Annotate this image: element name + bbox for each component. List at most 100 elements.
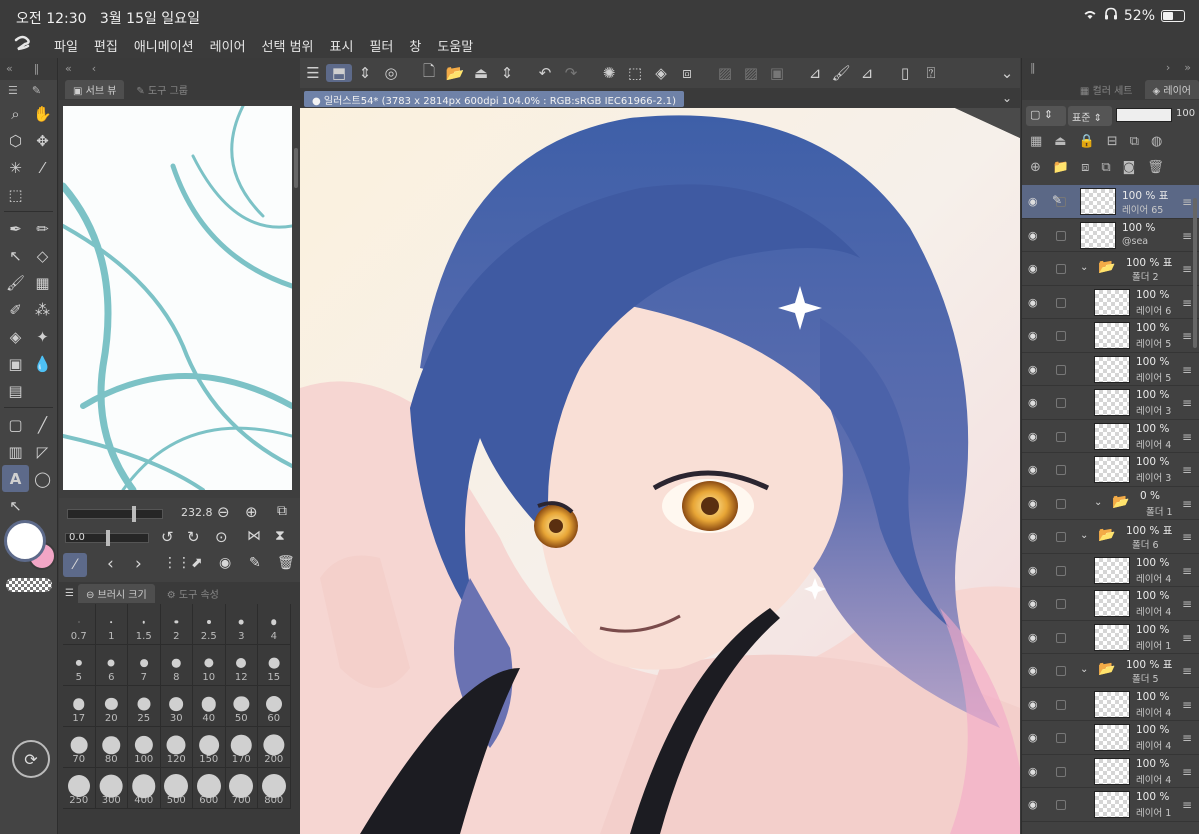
visibility-eye-icon[interactable]: ◉ xyxy=(1028,463,1038,476)
visibility-eye-icon[interactable]: ◉ xyxy=(1028,798,1038,811)
help-icon[interactable]: ⍰ xyxy=(918,64,944,82)
layer-menu-icon[interactable]: ≡ xyxy=(1182,664,1192,678)
chevron-down-icon[interactable]: ⌄ xyxy=(994,64,1020,82)
rotate-reset-icon[interactable]: ⊙ xyxy=(215,528,228,546)
menu-icon[interactable]: ☰ xyxy=(300,64,326,82)
document-tab[interactable]: ● 일러스트54* (3783 x 2814px 600dpi 104.0% :… xyxy=(304,91,685,107)
brush-size-preset[interactable]: 600 xyxy=(193,768,226,809)
layer-row[interactable]: ◉ 100 % 레이어 4 ≡ xyxy=(1022,721,1199,755)
mask-icon[interactable]: ⧉ xyxy=(1130,134,1139,149)
layer-folder-row[interactable]: ◉ ⌄ 📂 100 % 표 폴더 6 ≡ xyxy=(1022,520,1199,554)
loading-icon[interactable]: ✺ xyxy=(596,64,622,82)
flip-horizontal-icon[interactable]: ⋈ xyxy=(247,528,261,544)
layer-menu-icon[interactable]: ≡ xyxy=(1182,530,1192,544)
visibility-eye-icon[interactable]: ◉ xyxy=(1028,296,1038,309)
layer-row[interactable]: ◉ 100 % 레이어 1 ≡ xyxy=(1022,621,1199,654)
object-select-icon[interactable]: ⬡ xyxy=(2,127,29,154)
ruler-cmd-icon[interactable]: ⊿ xyxy=(802,64,828,82)
pen-tab-icon[interactable]: ✎ xyxy=(32,84,41,97)
line-cmd-icon[interactable]: ⊿ xyxy=(854,64,880,82)
brush-size-preset[interactable]: 800 xyxy=(258,768,291,809)
reference-icon[interactable]: ⊟ xyxy=(1107,134,1118,149)
layer-menu-icon[interactable]: ≡ xyxy=(1182,363,1192,377)
layer-scrollbar[interactable] xyxy=(1193,198,1197,348)
redo-icon[interactable]: ↻ xyxy=(187,528,200,546)
main-color-swatch[interactable] xyxy=(4,520,46,562)
brush-size-preset[interactable]: 300 xyxy=(95,768,128,809)
layer-checkbox[interactable] xyxy=(1056,532,1066,542)
new-folder-icon[interactable]: 📁 xyxy=(1053,160,1069,175)
app-logo-icon[interactable] xyxy=(0,35,46,56)
visibility-eye-icon[interactable]: ◉ xyxy=(1028,664,1038,677)
menu-file[interactable]: 파일 xyxy=(46,36,86,55)
visibility-eye-icon[interactable]: ◉ xyxy=(1028,698,1038,711)
marquee-icon[interactable]: ⬚ xyxy=(2,181,29,208)
layer-row[interactable]: ◉ 100 % 레이어 4 ≡ xyxy=(1022,554,1199,587)
transform-icon[interactable]: ⬒ xyxy=(326,64,352,82)
layer-row[interactable]: ◉ 100 % 레이어 4 ≡ xyxy=(1022,587,1199,621)
visibility-eye-icon[interactable]: ◉ xyxy=(1028,262,1038,275)
ruler-icon[interactable]: ▤ xyxy=(2,377,29,404)
layer-menu-icon[interactable]: ≡ xyxy=(1182,296,1192,310)
layer-checkbox[interactable] xyxy=(1056,398,1066,408)
panel-frame-icon[interactable]: ▥ xyxy=(2,438,29,465)
layer-opacity-slider[interactable] xyxy=(1116,108,1172,122)
brush-size-preset[interactable]: 40 xyxy=(193,686,226,727)
brush-size-preset[interactable]: 3 xyxy=(225,604,258,645)
brush-size-preset[interactable]: 4 xyxy=(258,604,291,645)
brush-shape-icon[interactable]: ⧉ xyxy=(277,503,287,519)
folder-chevron-icon[interactable]: ⌄ xyxy=(1080,262,1088,273)
brush-size-preset[interactable]: 17 xyxy=(63,686,96,727)
decoration-icon[interactable]: ✦ xyxy=(29,323,56,350)
airbrush-icon[interactable]: ✐ xyxy=(2,296,29,323)
brush-size-preset[interactable]: 8 xyxy=(160,645,193,686)
deselect-icon[interactable]: ▨ xyxy=(712,64,738,82)
move-icon[interactable]: ✥ xyxy=(29,127,56,154)
brush-size-preset[interactable]: 1.5 xyxy=(128,604,161,645)
visibility-eye-icon[interactable]: ◉ xyxy=(1028,229,1038,242)
edit-icon[interactable]: ✎ xyxy=(249,555,261,571)
brush-size-preset[interactable]: 25 xyxy=(128,686,161,727)
undo-cmd-icon[interactable]: ↶ xyxy=(532,64,558,82)
layer-color-dropdown[interactable]: ▢ ⇕ xyxy=(1026,106,1066,126)
menu-selection[interactable]: 선택 범위 xyxy=(254,36,322,55)
zoom-icon[interactable]: ⌕ xyxy=(2,100,29,127)
camera-icon[interactable]: ◉ xyxy=(219,555,231,571)
visibility-eye-icon[interactable]: ◉ xyxy=(1028,731,1038,744)
layer-checkbox[interactable] xyxy=(1056,666,1066,676)
brush-size-preset[interactable]: 200 xyxy=(258,727,291,768)
brush-size-preset[interactable]: 120 xyxy=(160,727,193,768)
lock-transparent-icon[interactable]: ▦ xyxy=(1030,134,1042,149)
menu-filter[interactable]: 필터 xyxy=(361,36,401,55)
trash-icon[interactable]: 🗑 xyxy=(277,555,295,571)
size-increase-icon[interactable]: ⊕ xyxy=(245,503,258,521)
balloon-icon[interactable]: ◯ xyxy=(29,465,56,492)
collapse-icon[interactable]: « xyxy=(65,62,72,75)
flip-vertical-icon[interactable]: ⧗ xyxy=(275,528,285,544)
layer-checkbox[interactable] xyxy=(1056,364,1066,375)
layer-menu-icon[interactable]: ≡ xyxy=(1182,195,1192,209)
quick-access-icon[interactable]: ⟳ xyxy=(12,740,50,778)
layer-row[interactable]: ◉ 100 % 레이어 4 ≡ xyxy=(1022,755,1199,788)
brush-size-preset[interactable]: 70 xyxy=(63,727,96,768)
grid-icon[interactable]: ⋮⋮ xyxy=(163,555,191,571)
layer-menu-icon[interactable]: ≡ xyxy=(1182,262,1192,276)
layer-row[interactable]: ◉ 100 % 레이어 5 ≡ xyxy=(1022,353,1199,386)
layer-menu-icon[interactable]: ≡ xyxy=(1182,765,1192,779)
brush-size-preset[interactable]: 100 xyxy=(128,727,161,768)
brush-size-preset[interactable]: 12 xyxy=(225,645,258,686)
layer-row[interactable]: ◉ 100 % 레이어 6 ≡ xyxy=(1022,286,1199,319)
invert-icon[interactable]: ▨ xyxy=(738,64,764,82)
eyedropper-icon[interactable]: ⁄ xyxy=(29,154,56,181)
new-file-icon[interactable]: 🗋 xyxy=(416,61,442,86)
updown-icon[interactable]: ⇕ xyxy=(352,64,378,82)
doc-chevron-icon[interactable]: ⌄ xyxy=(1002,91,1012,105)
visibility-eye-icon[interactable]: ◉ xyxy=(1028,597,1038,610)
tab-tool-property[interactable]: ⚙ 도구 속성 xyxy=(159,584,227,603)
menu-animation[interactable]: 애니메이션 xyxy=(126,36,202,55)
brush-size-preset[interactable]: 15 xyxy=(258,645,291,686)
text-icon[interactable]: A xyxy=(2,465,29,492)
layer-checkbox[interactable] xyxy=(1056,766,1066,777)
expand-icon[interactable]: ▣ xyxy=(764,64,790,82)
fill-cmd-icon[interactable]: ◈ xyxy=(648,64,674,82)
